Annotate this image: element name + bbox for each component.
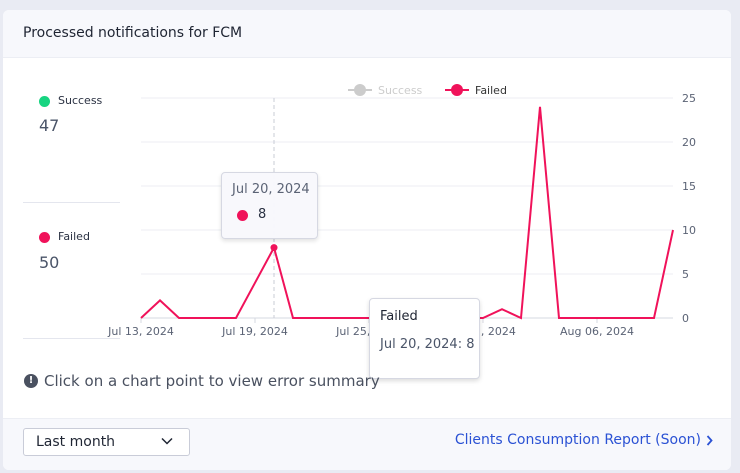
clients-consumption-report-link[interactable]: Clients Consumption Report (Soon)	[455, 432, 713, 448]
report-link-label: Clients Consumption Report (Soon)	[454, 432, 701, 448]
y-tick-label: 5	[682, 268, 689, 281]
y-tick-label: 0	[682, 312, 689, 325]
legend-marker-failed	[451, 84, 463, 96]
hover-tooltip: Jul 20, 2024 8	[221, 172, 318, 239]
notifications-card: Processed notifications for FCM Success …	[3, 10, 731, 470]
exclamation-circle-icon: !	[24, 374, 38, 388]
hint-text: Click on a chart point to view error sum…	[44, 372, 380, 390]
card-footer: Last month Clients Consumption Report (S…	[3, 418, 731, 470]
failed-marker-icon	[237, 210, 248, 221]
point-tooltip: Failed Jul 20, 2024: 8	[369, 298, 480, 379]
hover-tooltip-value: 8	[258, 207, 267, 222]
date-range-select[interactable]: Last month	[23, 428, 190, 456]
hint: ! Click on a chart point to view error s…	[24, 371, 380, 391]
legend-label-success: Success	[378, 84, 423, 97]
point-tooltip-title: Failed	[380, 309, 418, 324]
legend-marker-success	[354, 84, 366, 96]
x-tick-label: Aug 06, 2024	[560, 325, 634, 338]
y-tick-label: 20	[682, 136, 696, 149]
chevron-right-icon	[706, 434, 713, 446]
chevron-down-icon	[161, 437, 173, 445]
y-tick-label: 15	[682, 180, 696, 193]
data-point	[270, 244, 278, 252]
hover-tooltip-date: Jul 20, 2024	[232, 182, 310, 197]
x-tick-label: Jul 19, 2024	[221, 325, 288, 338]
date-range-value: Last month	[36, 434, 116, 450]
failed-line-chart[interactable]: 2520151050Jul 13, 2024 Jul 19, 2024 Jul 25…	[3, 10, 731, 350]
point-tooltip-text: Jul 20, 2024: 8	[380, 337, 475, 352]
x-tick-label: Jul 13, 2024	[107, 325, 174, 338]
legend-label-failed: Failed	[475, 84, 507, 97]
y-tick-label: 25	[682, 92, 696, 105]
y-tick-label: 10	[682, 224, 696, 237]
